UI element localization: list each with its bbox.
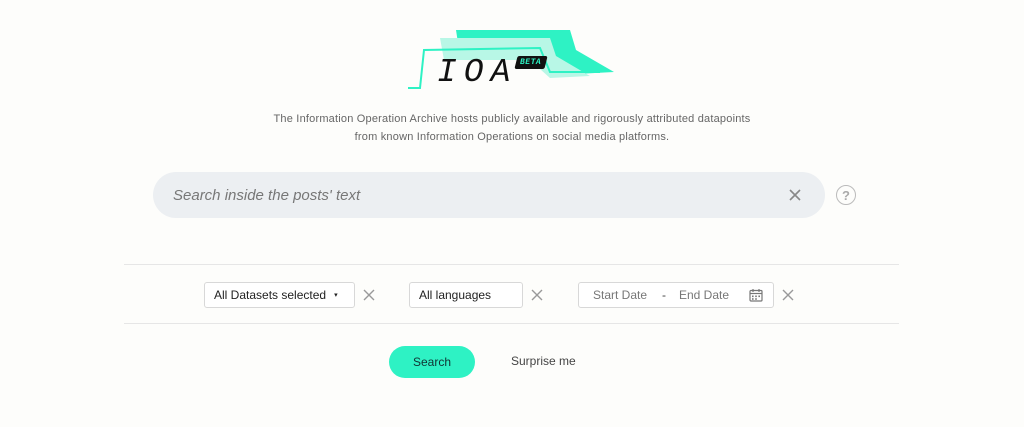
start-date-input[interactable]: Start Date xyxy=(593,288,653,302)
search-clear-button[interactable] xyxy=(785,185,805,205)
tagline-line-1: The Information Operation Archive hosts … xyxy=(273,113,751,125)
date-range-picker[interactable]: Start Date - End Date xyxy=(578,282,774,308)
close-icon xyxy=(782,289,794,301)
search-bar xyxy=(153,172,825,218)
surprise-me-link[interactable]: Surprise me xyxy=(511,354,576,368)
languages-select[interactable]: All languages xyxy=(409,282,523,308)
close-icon xyxy=(531,289,543,301)
search-input[interactable] xyxy=(173,186,781,204)
tagline: The Information Operation Archive hosts … xyxy=(0,110,1024,146)
datasets-dropdown[interactable]: All Datasets selected ▾ xyxy=(204,282,355,308)
datasets-dropdown-label: All Datasets selected xyxy=(214,288,327,302)
languages-select-label: All languages xyxy=(419,288,492,302)
filters-divider-bottom xyxy=(124,323,899,324)
date-separator: - xyxy=(662,288,666,302)
beta-badge-label: BETA xyxy=(520,58,542,67)
search-button[interactable]: Search xyxy=(389,346,475,378)
beta-badge: BETA xyxy=(514,56,548,69)
logo-text: IOA xyxy=(437,54,518,91)
clear-languages-button[interactable] xyxy=(529,287,545,303)
caret-down-icon: ▾ xyxy=(334,292,338,299)
close-icon xyxy=(789,189,801,201)
clear-datasets-button[interactable] xyxy=(361,287,377,303)
help-button[interactable]: ? xyxy=(836,185,856,205)
close-icon xyxy=(363,289,375,301)
calendar-icon[interactable] xyxy=(749,288,763,302)
filters-divider-top xyxy=(124,264,899,265)
end-date-input[interactable]: End Date xyxy=(675,288,749,302)
clear-dates-button[interactable] xyxy=(780,287,796,303)
tagline-line-2: from known Information Operations on soc… xyxy=(354,131,670,143)
